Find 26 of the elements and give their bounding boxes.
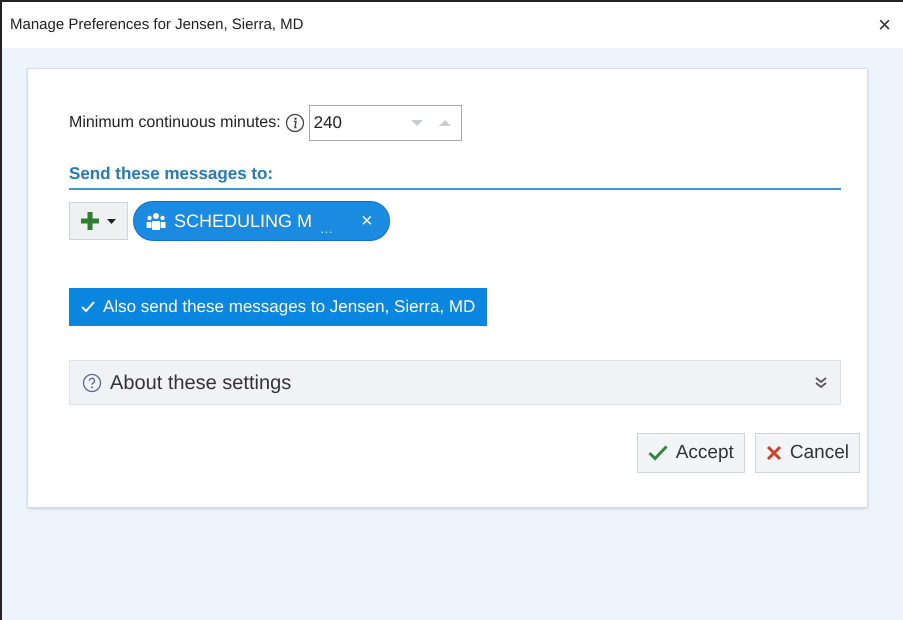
overflow-ellipsis: … bbox=[320, 220, 334, 238]
close-button[interactable]: × bbox=[874, 14, 895, 36]
check-icon bbox=[648, 445, 668, 461]
recipient-chip[interactable]: SCHEDULING M … × bbox=[133, 201, 390, 241]
panel-title: About these settings bbox=[110, 370, 292, 396]
collapsible-panel[interactable]: About these settings bbox=[69, 360, 841, 405]
caret-icon bbox=[107, 218, 116, 224]
window-title: Manage Preferences for Jensen, Sierra, MD bbox=[10, 14, 304, 35]
checkbox-option[interactable]: Also send these messages to Jensen, Sierra, MD bbox=[69, 288, 488, 326]
close-icon bbox=[766, 445, 782, 461]
number-spinner[interactable]: 240 bbox=[308, 105, 462, 141]
group-icon bbox=[146, 212, 166, 230]
chip-label: SCHEDULING M bbox=[174, 210, 312, 232]
double-chevron-icon bbox=[814, 376, 828, 390]
field-label: Minimum continuous minutes: bbox=[69, 113, 281, 133]
down-arrow-icon[interactable] bbox=[408, 118, 425, 128]
remove-button[interactable]: × bbox=[361, 211, 373, 231]
accept-button[interactable]: Accept bbox=[636, 433, 745, 473]
info-icon bbox=[284, 113, 305, 133]
section-heading: Send these messages to: bbox=[69, 164, 274, 183]
cancel-button[interactable]: Cancel bbox=[754, 433, 860, 473]
up-arrow-icon[interactable] bbox=[436, 118, 453, 128]
add-dropdown-button[interactable] bbox=[69, 202, 128, 240]
plus-icon bbox=[81, 212, 99, 230]
check-icon bbox=[81, 301, 95, 313]
help-icon bbox=[82, 372, 102, 392]
